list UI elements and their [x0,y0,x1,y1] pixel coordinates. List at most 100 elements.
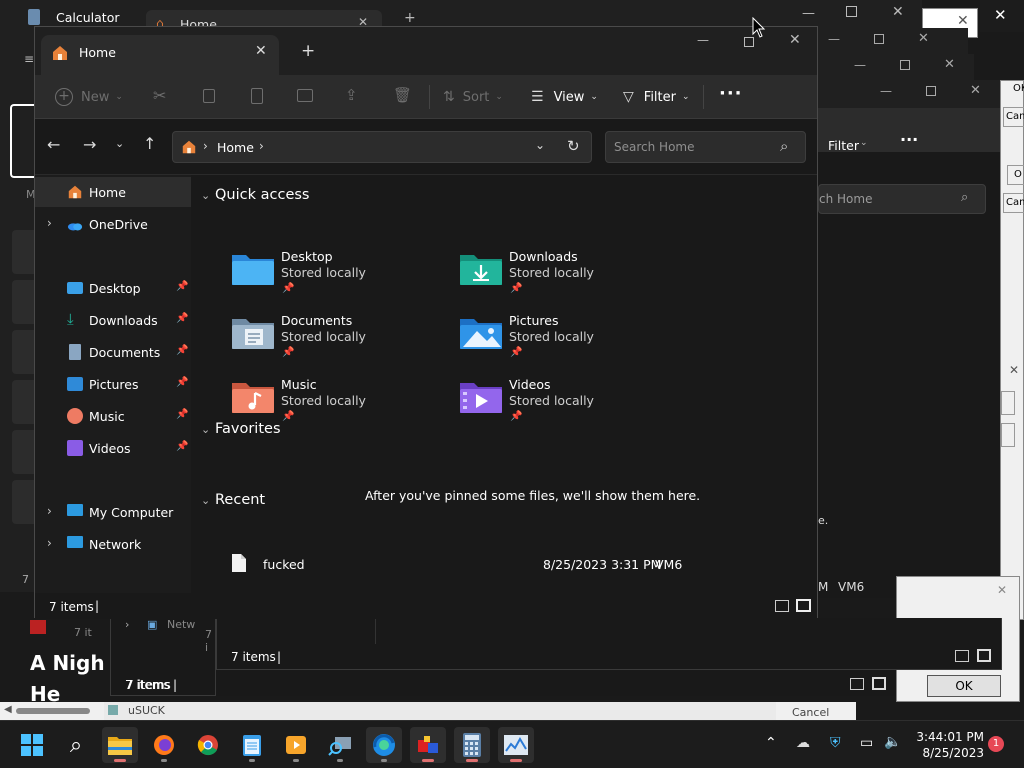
notepad-taskbar-button[interactable] [234,727,270,763]
share-icon[interactable]: ⇪ [345,86,358,104]
cut-icon[interactable]: ✂ [153,86,166,105]
nav-item-pictures[interactable]: Pictures 📌 [35,369,191,399]
nav-item-documents[interactable]: Documents 📌 [35,337,191,367]
clock[interactable]: 3:44:01 PM 8/25/2023 [914,729,984,761]
quick-access-folder-desktop[interactable]: Desktop Stored locally 📌 [231,245,451,301]
chrome-icon [197,735,218,756]
view-button[interactable]: ☰ View ⌄ [531,75,598,119]
recent-file-row[interactable]: fucked 8/25/2023 3:31 PM VM6 [193,549,793,577]
bg-scrollbar[interactable]: ◀ [0,702,104,720]
quick-access-folder-pictures[interactable]: Pictures Stored locally 📌 [459,309,679,365]
search-box[interactable]: Search Home ⌕ [605,131,806,163]
collapse-chevron-icon[interactable]: ⌄ [201,189,215,202]
search-taskbar-button[interactable]: ⌕ [58,727,94,763]
collapse-chevron-icon[interactable]: ⌄ [201,423,215,436]
details-view-icon[interactable] [775,600,789,612]
security-tray-icon[interactable]: ⛨ [830,735,841,751]
forward-icon[interactable]: → [83,135,96,154]
cancel-window[interactable]: Cancel [776,702,856,720]
new-tab-icon[interactable]: + [404,10,416,26]
expand-chevron-icon[interactable]: › [47,536,52,550]
minimize-icon[interactable]: — [697,33,709,47]
usuck-window[interactable]: uSUCK [104,702,776,720]
refresh-icon[interactable]: ↻ [567,137,580,155]
nav-item-onedrive[interactable]: › OneDrive [35,209,191,239]
bg-explorer-2[interactable]: — ✕ [818,28,968,54]
bg-filter-label[interactable]: Filter [828,138,859,153]
bg-explorer-7[interactable] [216,670,896,696]
more-icon[interactable]: ··· [900,130,918,149]
new-button[interactable]: + New ⌄ [55,75,123,119]
search-input[interactable]: Search Home [614,140,694,154]
up-icon[interactable]: ↑ [143,134,156,153]
bg-explorer-5[interactable]: 7 items | [216,618,1002,670]
task-manager-taskbar-button[interactable] [498,727,534,763]
copy-icon[interactable] [203,89,215,103]
firefox-taskbar-button[interactable] [146,727,182,763]
nav-item-my-computer[interactable]: › My Computer [35,497,191,527]
start-button[interactable] [14,727,50,763]
close-icon[interactable]: ✕ [994,6,1007,24]
nav-item-videos[interactable]: Videos 📌 [35,433,191,463]
tiles-view-icon[interactable] [977,649,991,662]
address-bar[interactable]: › Home › ⌄ ↻ [172,131,592,163]
paste-icon[interactable] [251,88,263,104]
minimize-icon[interactable]: — [802,6,815,21]
close-icon[interactable]: ✕ [892,4,904,20]
ok-button[interactable]: OK [927,675,1001,697]
back-icon[interactable]: ← [47,135,60,154]
close-icon[interactable]: ✕ [957,13,969,29]
file-explorer-window[interactable]: Home ✕ + — ✕ + New ⌄ ✂ ⇪ 🗑 ⇅ Sort ⌄ ☰ Vi… [34,26,818,619]
details-view-icon[interactable] [955,650,969,662]
address-row: ← → ⌄ ↑ › Home › ⌄ ↻ Search Home ⌕ [35,119,817,175]
nav-item-music[interactable]: Music 📌 [35,401,191,431]
maximize-icon[interactable] [846,6,857,17]
nav-item-network[interactable]: › Network [35,529,191,559]
tab-home[interactable]: Home ✕ [41,35,279,75]
chrome-taskbar-button[interactable] [190,727,226,763]
address-dropdown-icon[interactable]: ⌄ [535,138,545,152]
quick-access-folder-documents[interactable]: Documents Stored locally 📌 [231,309,451,365]
file-explorer-taskbar-button[interactable] [102,727,138,763]
network-tray-icon[interactable]: ▭ [860,735,873,751]
quick-access-folder-videos[interactable]: Videos Stored locally 📌 [459,373,679,429]
edge-taskbar-button[interactable] [366,727,402,763]
close-tab-icon[interactable]: ✕ [255,43,267,59]
nav-item-desktop[interactable]: Desktop 📌 [35,273,191,303]
calculator-icon [28,9,40,25]
rename-icon[interactable] [297,89,313,102]
item-count: 7 items [49,600,94,614]
filter-button[interactable]: ▽ Filter ⌄ [623,75,690,119]
top-close[interactable]: ✕ [980,0,1024,32]
breadcrumb-home[interactable]: Home [217,140,254,155]
sort-button[interactable]: ⇅ Sort ⌄ [443,75,503,119]
bg-explorer-4[interactable]: — ✕ Filter ⌄ ··· ch Home ⌕ e. [818,80,1000,576]
magnifier-taskbar-button[interactable] [322,727,358,763]
bg-dialog-right[interactable]: OK Canc O Can ✕ [1000,80,1024,620]
section-quick-access[interactable]: ⌄ Quick access [201,187,309,203]
tray-overflow-icon[interactable]: ⌃ [765,735,777,751]
calculator-taskbar-button[interactable] [454,727,490,763]
notification-badge[interactable]: 1 [988,736,1004,752]
onedrive-icon [67,223,83,231]
new-tab-icon[interactable]: + [301,41,315,61]
section-favorites[interactable]: ⌄ Favorites [201,421,281,437]
more-options-icon[interactable]: ··· [719,83,743,104]
expand-chevron-icon[interactable]: › [47,216,52,230]
music-folder-icon [232,383,274,413]
expand-chevron-icon[interactable]: › [47,504,52,518]
recent-locations-icon[interactable]: ⌄ [115,137,124,150]
collapse-chevron-icon[interactable]: ⌄ [201,494,215,507]
volume-icon[interactable]: 🔈 [884,734,901,750]
delete-icon[interactable]: 🗑 [393,86,412,104]
nav-item-home[interactable]: Home [35,177,191,207]
onedrive-tray-icon[interactable]: ☁ [796,735,810,751]
nav-item-downloads[interactable]: ⤓ Downloads 📌 [35,305,191,335]
quick-access-folder-downloads[interactable]: Downloads Stored locally 📌 [459,245,679,301]
tiles-view-icon[interactable] [796,599,811,612]
app-taskbar-button[interactable] [410,727,446,763]
bg-explorer-3[interactable]: — ✕ [818,54,974,80]
close-window-icon[interactable]: ✕ [789,32,801,48]
media-player-taskbar-button[interactable] [278,727,314,763]
section-recent[interactable]: ⌄ Recent [201,492,265,508]
